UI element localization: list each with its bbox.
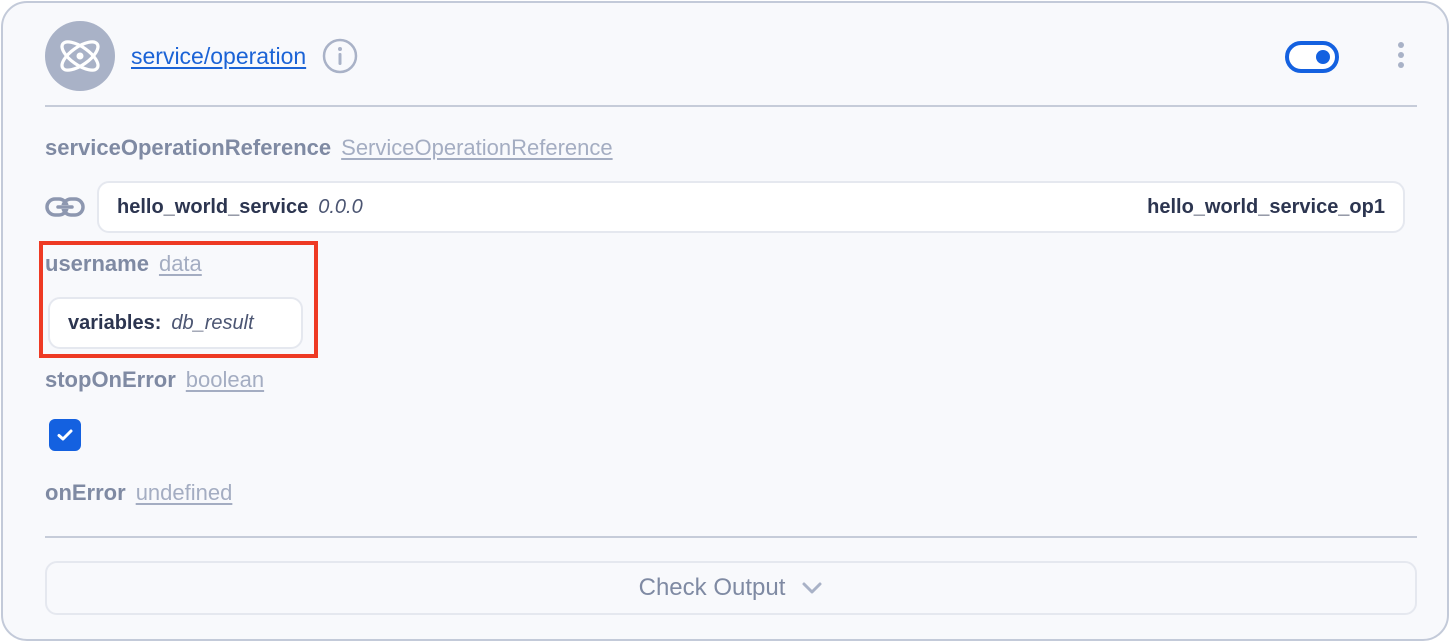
service-name: hello_world_service (117, 195, 309, 218)
field-name: stopOnError (45, 367, 176, 392)
footer-divider (45, 536, 1417, 538)
field-type-link[interactable]: ServiceOperationReference (341, 135, 612, 160)
chevron-down-icon (802, 582, 822, 594)
header-divider (45, 105, 1417, 107)
field-name: onError (45, 480, 126, 505)
field-service-ref-label: serviceOperationReference ServiceOperatio… (45, 135, 613, 161)
check-output-button[interactable]: Check Output (45, 561, 1417, 615)
field-stop-on-error-label: stopOnError boolean (45, 367, 264, 393)
field-name: serviceOperationReference (45, 135, 332, 160)
stop-on-error-checkbox[interactable] (49, 419, 81, 451)
field-type-link[interactable]: undefined (136, 480, 233, 505)
checkmark-icon (57, 429, 73, 441)
operation-card: service/operation serviceOperationRefere… (1, 1, 1449, 641)
service-version: 0.0.0 (318, 195, 363, 218)
enable-toggle[interactable] (1285, 41, 1339, 73)
service-reference-box[interactable]: hello_world_service 0.0.0 hello_world_se… (97, 181, 1405, 233)
link-icon[interactable] (45, 195, 85, 219)
card-header: service/operation (45, 21, 358, 91)
info-icon[interactable] (322, 38, 358, 74)
avatar (45, 21, 115, 91)
operation-link[interactable]: service/operation (131, 43, 306, 70)
highlight-box (39, 241, 318, 358)
field-type-link[interactable]: boolean (186, 367, 264, 392)
operation-name: hello_world_service_op1 (1147, 195, 1385, 218)
atom-icon (60, 40, 100, 72)
toggle-knob (1316, 50, 1330, 64)
check-output-label: Check Output (638, 574, 786, 601)
vertical-ellipsis-icon[interactable] (1389, 41, 1417, 73)
field-on-error-label: onError undefined (45, 480, 232, 506)
